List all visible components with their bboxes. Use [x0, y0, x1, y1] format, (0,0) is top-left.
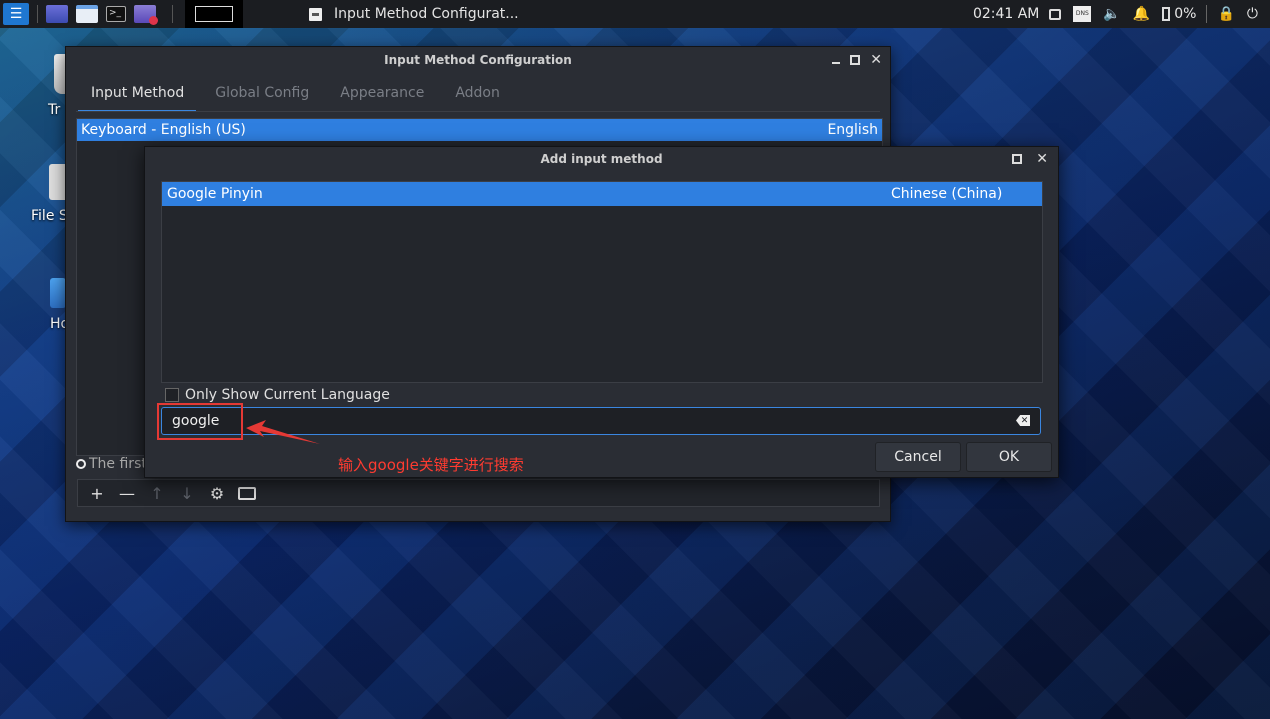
hint-label: The first: [89, 456, 147, 472]
checkbox-box[interactable]: [165, 388, 179, 402]
input-method-name: Google Pinyin: [167, 186, 263, 202]
display-icon[interactable]: [1049, 8, 1062, 20]
taskbar-window-title: Input Method Configurat...: [334, 6, 519, 22]
dialog-title: Add input method: [540, 152, 663, 166]
taskbar-window-button[interactable]: Input Method Configurat...: [309, 6, 519, 22]
kali-menu-icon[interactable]: ☰: [3, 3, 29, 25]
workspace-switcher[interactable]: [185, 0, 243, 28]
tab-addon[interactable]: Addon: [442, 77, 512, 112]
tab-bar: Input Method Global Config Appearance Ad…: [78, 77, 518, 112]
arrow-down-icon: ↓: [180, 483, 194, 503]
hint-text: The first: [76, 456, 147, 472]
only-show-current-language-checkbox[interactable]: Only Show Current Language: [165, 387, 390, 403]
list-item[interactable]: Keyboard - English (US) English: [77, 119, 882, 141]
input-method-name: Keyboard - English (US): [81, 122, 246, 138]
window-controls: ✕: [832, 47, 882, 73]
top-panel: ☰ >_ Input Method Configurat... 02:41 AM…: [0, 0, 1270, 28]
available-input-method-list[interactable]: Google Pinyin Chinese (China): [161, 181, 1043, 383]
list-item[interactable]: Google Pinyin Chinese (China): [162, 182, 1042, 206]
cancel-button[interactable]: Cancel: [875, 442, 961, 472]
browser-icon[interactable]: [134, 5, 158, 25]
move-down-button[interactable]: ↓: [172, 482, 202, 504]
battery-icon[interactable]: [1162, 7, 1171, 21]
move-up-button[interactable]: ↑: [142, 482, 172, 504]
system-tray: 02:41 AM DNS 🔈 🔔 0% 🔒 ⏻: [973, 0, 1270, 28]
maximize-icon[interactable]: [1012, 154, 1023, 164]
notification-bell-icon[interactable]: 🔔: [1133, 6, 1150, 22]
checkbox-label: Only Show Current Language: [185, 387, 390, 403]
desktop-icon-label: File S: [31, 208, 68, 224]
add-button[interactable]: +: [82, 482, 112, 504]
panel-separator: [172, 5, 173, 23]
window-titlebar[interactable]: Input Method Configuration ✕: [66, 47, 890, 73]
close-icon[interactable]: ✕: [1036, 152, 1048, 166]
volume-icon[interactable]: 🔈: [1103, 6, 1120, 22]
tab-divider: [76, 111, 880, 112]
minimize-icon[interactable]: [832, 62, 841, 64]
tray-separator: [1206, 5, 1208, 23]
lock-icon[interactable]: 🔒: [1217, 6, 1234, 22]
dialog-controls: ✕: [1012, 147, 1048, 171]
tab-input-method[interactable]: Input Method: [78, 77, 197, 112]
keyboard-icon: [238, 486, 256, 500]
folder-icon: [50, 278, 66, 308]
configure-button[interactable]: ⚙: [202, 482, 232, 504]
terminal-icon[interactable]: >_: [106, 6, 126, 22]
input-method-language: English: [827, 122, 878, 138]
arrow-up-icon: ↑: [150, 483, 164, 503]
remove-button[interactable]: —: [112, 482, 142, 504]
input-method-language: Chinese (China): [891, 186, 1003, 202]
file-manager-icon[interactable]: [76, 5, 98, 23]
window-title: Input Method Configuration: [384, 53, 572, 67]
workspace-thumbnail: [195, 6, 233, 22]
panel-separator: [37, 5, 38, 23]
network-icon[interactable]: DNS: [1073, 6, 1092, 22]
power-icon[interactable]: ⏻: [1247, 6, 1258, 22]
list-toolbar: + — ↑ ↓ ⚙: [77, 479, 880, 507]
ok-button[interactable]: OK: [966, 442, 1052, 472]
info-icon: [76, 459, 86, 469]
clock[interactable]: 02:41 AM: [973, 6, 1039, 22]
desktop-icon-label: Tr: [48, 102, 61, 118]
tab-global-config[interactable]: Global Config: [202, 77, 321, 112]
annotation-highlight-box: [157, 403, 243, 440]
keyboard-layout-button[interactable]: [232, 482, 262, 504]
clear-icon[interactable]: ✕: [1016, 415, 1030, 426]
window-icon: [309, 7, 322, 21]
close-icon[interactable]: ✕: [870, 53, 882, 67]
dialog-titlebar[interactable]: Add input method ✕: [145, 147, 1058, 171]
maximize-icon[interactable]: [850, 55, 861, 65]
minus-icon: —: [119, 483, 135, 503]
gear-icon: ⚙: [209, 483, 225, 503]
battery-percentage: 0%: [1174, 6, 1197, 22]
plus-icon: +: [90, 483, 104, 503]
annotation-text: 输入google关键字进行搜索: [338, 456, 524, 474]
annotation-arrow: [246, 420, 320, 444]
tab-appearance[interactable]: Appearance: [327, 77, 436, 112]
show-desktop-icon[interactable]: [46, 5, 68, 23]
